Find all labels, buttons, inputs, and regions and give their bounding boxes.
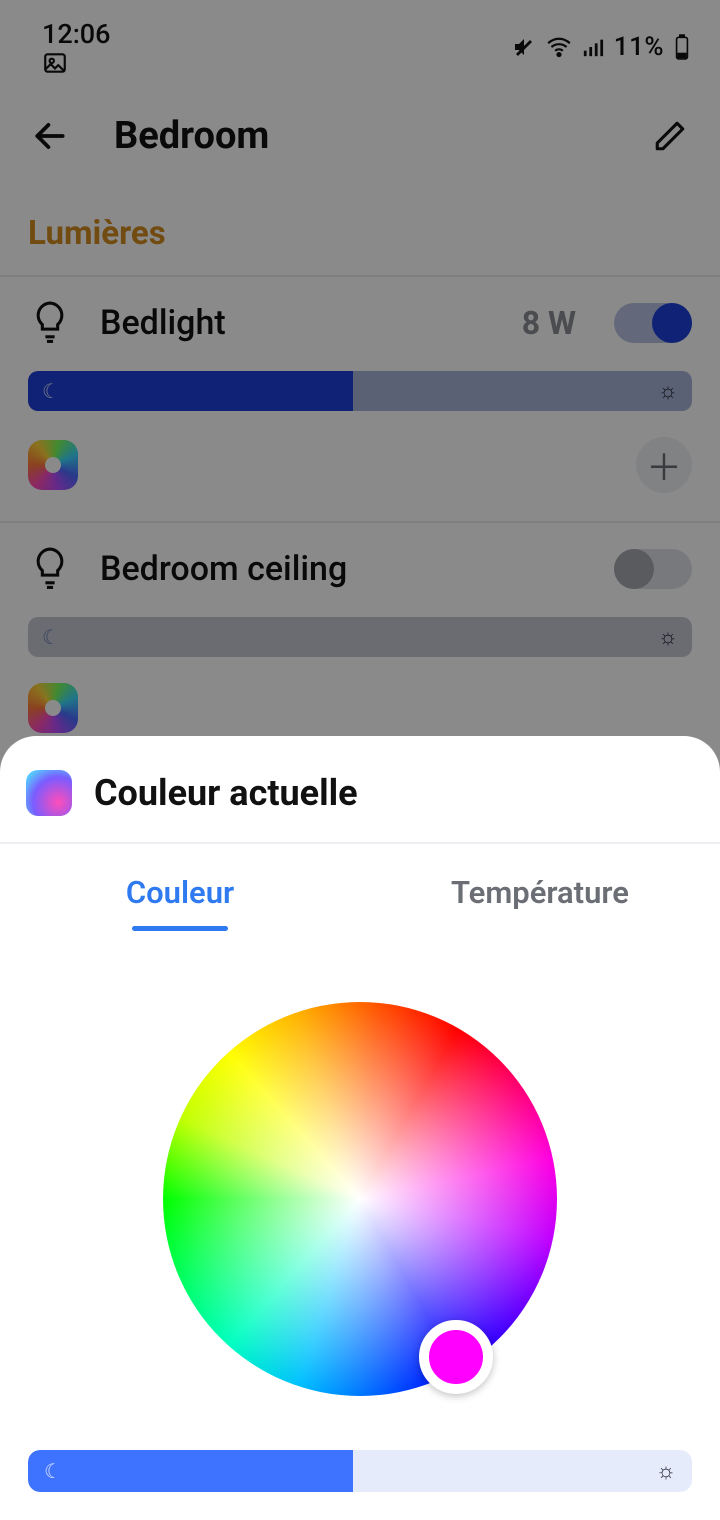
- tab-temperature[interactable]: Température: [360, 844, 720, 931]
- sheet-slider-wrap: ☾ ☼: [0, 1450, 720, 1520]
- sheet-header: Couleur actuelle: [0, 736, 720, 842]
- tab-color[interactable]: Couleur: [0, 844, 360, 931]
- moon-icon: ☾: [44, 1459, 62, 1483]
- color-wheel-disk: [163, 1002, 557, 1396]
- current-color-swatch: [26, 770, 72, 816]
- color-wheel-area: [0, 931, 720, 1450]
- brightness-slider[interactable]: ☾ ☼: [28, 1450, 692, 1492]
- slider-fill: [28, 1450, 353, 1492]
- sheet-tabs: Couleur Température: [0, 844, 720, 931]
- color-wheel-handle[interactable]: [419, 1320, 493, 1394]
- color-picker-sheet: Couleur actuelle Couleur Température ☾ ☼: [0, 736, 720, 1520]
- sheet-title: Couleur actuelle: [94, 772, 358, 814]
- color-wheel[interactable]: [163, 1002, 557, 1396]
- sun-icon: ☼: [656, 1458, 676, 1484]
